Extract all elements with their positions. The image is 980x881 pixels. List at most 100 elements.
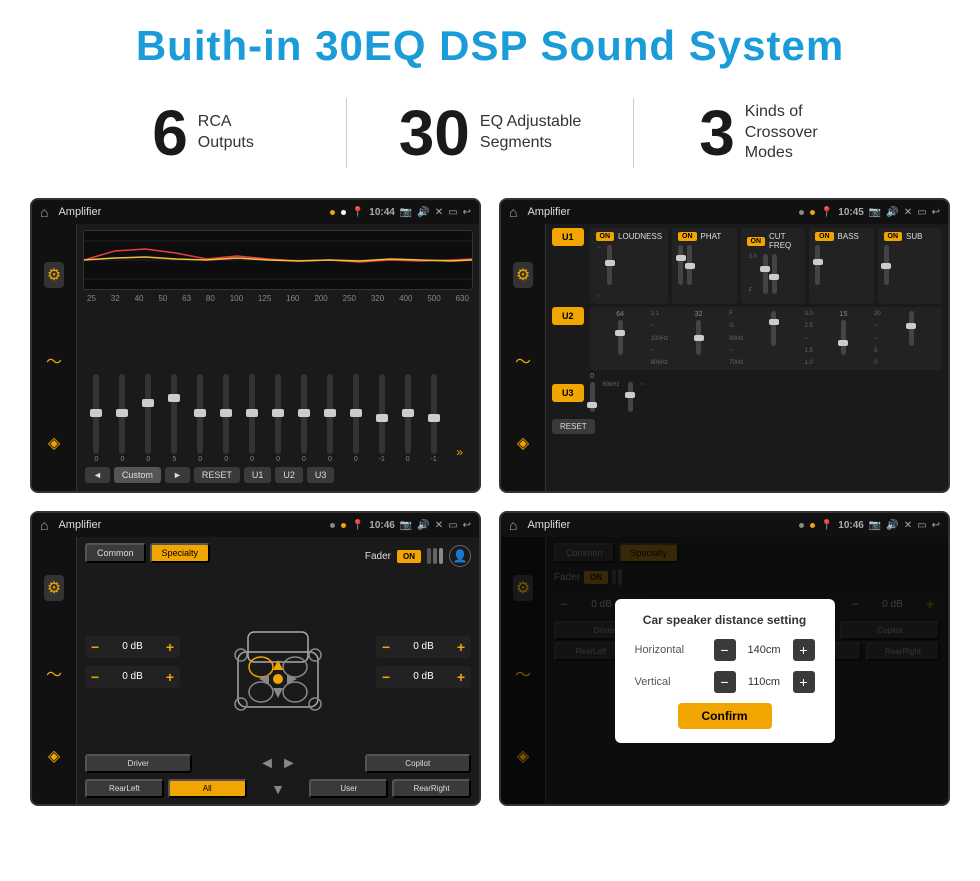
eq-time: 10:44: [369, 207, 395, 218]
cross-reset-btn[interactable]: RESET: [552, 419, 595, 434]
cross-wave-icon[interactable]: 〜: [515, 348, 531, 372]
cross-x-icon: ✕: [904, 207, 912, 218]
fader-driver-btn[interactable]: Driver: [85, 754, 192, 773]
eq-u3-btn[interactable]: U3: [307, 467, 335, 483]
fader-common-tab[interactable]: Common: [85, 543, 146, 563]
fader-specialty-tab[interactable]: Specialty: [150, 543, 211, 563]
eq-slider-6[interactable]: 0: [215, 374, 238, 463]
eq-u1-btn[interactable]: U1: [244, 467, 272, 483]
eq-slider-11[interactable]: 0: [344, 374, 367, 463]
cross-status-icons: 📍 10:45 📷 🔊 ✕ ▭ ↩: [821, 207, 940, 218]
loudness-on-badge[interactable]: ON: [596, 232, 615, 241]
eq-prev-btn[interactable]: ◄: [85, 467, 110, 483]
eq-slider-3[interactable]: 0: [137, 374, 160, 463]
screen-fader: ⌂ Amplifier 📍 10:46 📷 🔊 ✕ ▭ ↩ ⚙ 〜 ◈: [30, 511, 481, 806]
eq-label-63: 63: [182, 294, 191, 303]
fader-on-toggle[interactable]: ON: [397, 550, 421, 563]
eq-slider-1[interactable]: 0: [85, 374, 108, 463]
db-rr-minus[interactable]: −: [382, 669, 390, 685]
db-fl-minus[interactable]: −: [91, 639, 99, 655]
db-fr-plus[interactable]: +: [457, 639, 465, 655]
fader-user-btn[interactable]: User: [309, 779, 388, 798]
phat-on-badge[interactable]: ON: [678, 232, 697, 241]
fader-home-icon[interactable]: ⌂: [40, 517, 48, 533]
cross-u3-btn[interactable]: U3: [552, 384, 584, 402]
confirm-button[interactable]: Confirm: [678, 703, 772, 729]
eq-label-160: 160: [286, 294, 299, 303]
fader-rearright-btn[interactable]: RearRight: [392, 779, 471, 798]
db-rr-plus[interactable]: +: [457, 669, 465, 685]
fader-back-icon[interactable]: ↩: [463, 520, 471, 531]
horizontal-plus-btn[interactable]: +: [793, 639, 815, 661]
eq-slider-8[interactable]: 0: [267, 374, 290, 463]
cross-back-icon[interactable]: ↩: [932, 207, 940, 218]
dialog-back-icon[interactable]: ↩: [932, 520, 940, 531]
fader-filter-icon[interactable]: ⚙: [44, 575, 64, 601]
fader-slider-mini[interactable]: [427, 548, 443, 564]
db-fr-value: 0 dB: [394, 641, 453, 652]
eq-slider-13[interactable]: 0: [396, 374, 419, 463]
eq-slider-5[interactable]: 0: [189, 374, 212, 463]
cross-speaker-icon[interactable]: ◈: [517, 433, 529, 453]
eq-slider-arrow[interactable]: »: [448, 445, 471, 463]
vertical-minus-btn[interactable]: −: [714, 671, 736, 693]
cross-u2-row: U2 64 2.1~100Hz~80kHz: [552, 307, 942, 370]
eq-label-80: 80: [206, 294, 215, 303]
db-fl-plus[interactable]: +: [166, 639, 174, 655]
bass-on-badge[interactable]: ON: [815, 232, 834, 241]
db-fr-minus[interactable]: −: [382, 639, 390, 655]
cross-u1-btn[interactable]: U1: [552, 228, 584, 246]
fader-wave-icon[interactable]: 〜: [46, 661, 62, 685]
db-rr-value: 0 dB: [394, 671, 453, 682]
fader-copilot-btn[interactable]: Copilot: [365, 754, 472, 773]
eq-slider-4[interactable]: 5: [163, 374, 186, 463]
dialog-home-icon[interactable]: ⌂: [509, 517, 517, 533]
eq-wave-icon[interactable]: 〜: [46, 348, 62, 372]
eq-u2-btn[interactable]: U2: [275, 467, 303, 483]
eq-pin-icon: 📍: [352, 207, 364, 218]
eq-slider-12[interactable]: -1: [370, 374, 393, 463]
eq-next-btn[interactable]: ►: [165, 467, 190, 483]
sub-on-badge[interactable]: ON: [884, 232, 903, 241]
cross-sub: ON SUB: [878, 228, 943, 304]
eq-label-40: 40: [135, 294, 144, 303]
cross-home-icon[interactable]: ⌂: [509, 204, 517, 220]
eq-vol-icon: 🔊: [417, 207, 429, 218]
screen-eq: ⌂ Amplifier 📍 10:44 📷 🔊 ✕ ▭ ↩ ⚙ 〜 ◈: [30, 198, 481, 493]
fader-dot2: [341, 523, 346, 528]
horizontal-value: 140cm: [742, 644, 787, 656]
fader-all-btn[interactable]: All: [168, 779, 247, 798]
cross-filter-icon[interactable]: ⚙: [513, 262, 533, 288]
fader-rearleft-btn[interactable]: RearLeft: [85, 779, 164, 798]
eq-label-25: 25: [87, 294, 96, 303]
eq-slider-14[interactable]: -1: [422, 374, 445, 463]
eq-slider-2[interactable]: 0: [111, 374, 134, 463]
loudness-label: LOUDNESS: [618, 232, 662, 241]
eq-filter-icon[interactable]: ⚙: [44, 262, 64, 288]
fader-person-icon[interactable]: 👤: [449, 545, 471, 567]
eq-custom-btn[interactable]: Custom: [114, 467, 161, 483]
fader-left-arrow[interactable]: ◄: [259, 755, 275, 773]
db-rl-minus[interactable]: −: [91, 669, 99, 685]
fader-speaker-icon[interactable]: ◈: [48, 746, 60, 766]
dialog-dot2: [810, 523, 815, 528]
stats-row: 6 RCAOutputs 30 EQ AdjustableSegments 3 …: [0, 88, 980, 188]
eq-reset-btn[interactable]: RESET: [194, 467, 240, 483]
horizontal-minus-btn[interactable]: −: [714, 639, 736, 661]
eq-speaker-icon[interactable]: ◈: [48, 433, 60, 453]
cutfreq-on-badge[interactable]: ON: [747, 237, 766, 246]
eq-slider-9[interactable]: 0: [293, 374, 316, 463]
dialog-title-bar: Amplifier: [527, 519, 792, 531]
eq-slider-7[interactable]: 0: [241, 374, 264, 463]
fader-x-icon: ✕: [435, 520, 443, 531]
db-rl-plus[interactable]: +: [166, 669, 174, 685]
screen-crossover: ⌂ Amplifier 📍 10:45 📷 🔊 ✕ ▭ ↩ ⚙ 〜 ◈: [499, 198, 950, 493]
vertical-plus-btn[interactable]: +: [793, 671, 815, 693]
eq-slider-10[interactable]: 0: [318, 374, 341, 463]
cross-u2-btn[interactable]: U2: [552, 307, 584, 325]
eq-label-100: 100: [230, 294, 243, 303]
fader-tabs: Common Specialty: [85, 543, 210, 563]
fader-right-arrow[interactable]: ►: [281, 755, 297, 773]
eq-home-icon[interactable]: ⌂: [40, 204, 48, 220]
eq-back-icon[interactable]: ↩: [463, 207, 471, 218]
